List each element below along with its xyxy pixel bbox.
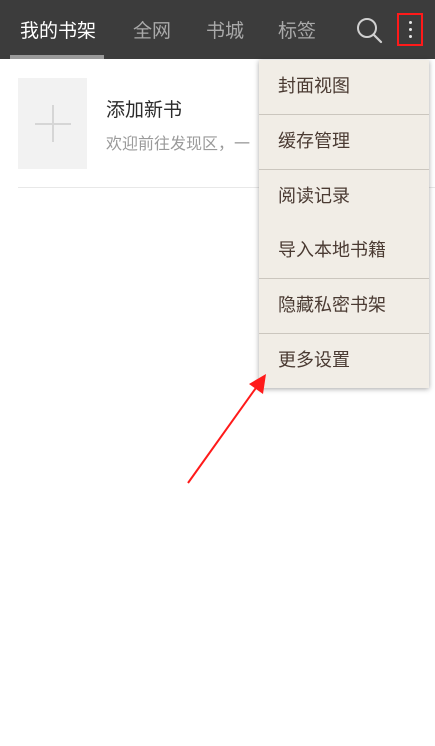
add-book-description: 欢迎前往发现区，一 <box>106 134 251 153</box>
bookshelf-screen: 我的书架 全网 书城 标签 添加新书 欢迎前往发现区，一 封面视图 缓存管理 阅… <box>0 0 435 746</box>
tab-whole-web[interactable]: 全网 <box>133 0 171 59</box>
tab-my-bookshelf[interactable]: 我的书架 <box>20 0 96 59</box>
tab-tags[interactable]: 标签 <box>278 0 316 59</box>
top-tab-bar: 我的书架 全网 书城 标签 <box>0 0 435 59</box>
tab-bookstore[interactable]: 书城 <box>206 0 244 59</box>
menu-item-cover-view[interactable]: 封面视图 <box>259 60 429 114</box>
more-options-button[interactable] <box>397 13 423 46</box>
menu-item-reading-history[interactable]: 阅读记录 <box>259 170 429 224</box>
menu-item-import-local-books[interactable]: 导入本地书籍 <box>259 224 429 278</box>
menu-item-more-settings[interactable]: 更多设置 <box>259 334 429 388</box>
search-icon <box>357 18 383 44</box>
overflow-menu: 封面视图 缓存管理 阅读记录 导入本地书籍 隐藏私密书架 更多设置 <box>259 60 429 388</box>
add-book-title: 添加新书 <box>106 99 183 121</box>
menu-item-hide-private-shelf[interactable]: 隐藏私密书架 <box>259 279 429 333</box>
active-tab-indicator <box>10 55 104 59</box>
menu-item-cache-management[interactable]: 缓存管理 <box>259 115 429 169</box>
add-book-cover[interactable] <box>18 78 87 169</box>
search-button[interactable] <box>354 15 384 45</box>
